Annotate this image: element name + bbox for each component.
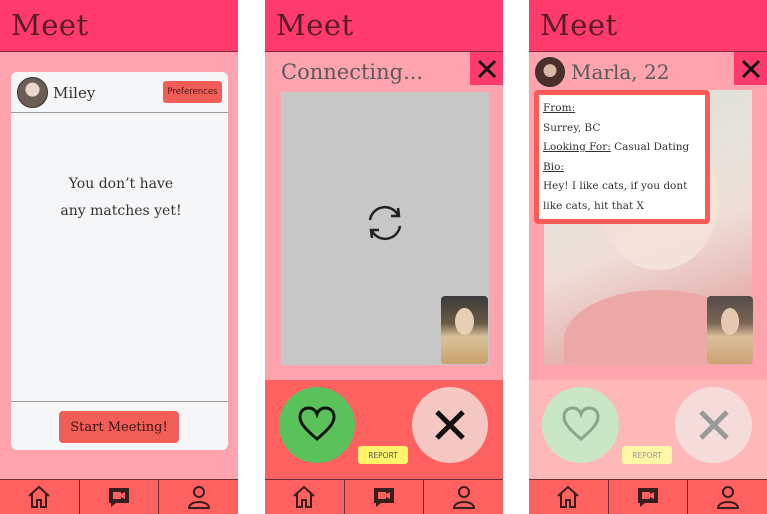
nav-home[interactable]: [529, 480, 609, 514]
match-name: Marla, 22: [571, 60, 670, 84]
pass-button[interactable]: [675, 387, 752, 463]
bio-label: Bio:: [543, 160, 564, 173]
avatar[interactable]: [17, 77, 48, 108]
empty-matches-message: You don’t have any matches yet!: [41, 171, 201, 225]
start-meeting-button[interactable]: Start Meeting!: [59, 411, 179, 443]
from-label: From:: [543, 102, 576, 114]
nav-profile[interactable]: [159, 480, 238, 514]
bottom-nav: [265, 479, 503, 514]
looking-label: Looking For:: [543, 141, 611, 153]
close-icon: [698, 410, 729, 440]
from-value: Surrey, BC: [543, 121, 601, 134]
bio-line-1: Hey! I like cats, if you dont: [543, 180, 688, 192]
nav-profile[interactable]: [424, 480, 503, 514]
nav-profile[interactable]: [688, 480, 767, 514]
video-icon: [374, 488, 394, 507]
match-screen: Meet Marla, 22 From: Surrey, BC Looking …: [529, 0, 767, 514]
heart-icon: [561, 406, 600, 441]
divider: [11, 401, 228, 402]
close-icon: [477, 59, 496, 78]
self-video-thumbnail: [441, 296, 488, 364]
self-video-thumbnail: [707, 296, 753, 364]
nav-video[interactable]: [345, 480, 425, 514]
home-icon: [293, 485, 315, 508]
avatar[interactable]: [535, 57, 565, 87]
close-icon: [435, 410, 465, 440]
app-header: Meet: [265, 0, 503, 52]
connecting-screen: Meet Connecting... REPORT: [265, 0, 503, 514]
heart-icon: [298, 406, 336, 441]
nav-home[interactable]: [265, 480, 345, 514]
empty-line-2: any matches yet!: [60, 203, 182, 219]
bottom-nav: [529, 479, 767, 514]
app-header: Meet: [0, 0, 238, 52]
app-header: Meet: [529, 0, 767, 52]
bio-line-2: like cats, hit that X: [543, 199, 645, 212]
loading-spinner-icon: [368, 205, 402, 241]
profile-icon: [716, 486, 739, 509]
home-icon: [557, 485, 579, 508]
close-button[interactable]: [470, 52, 503, 85]
report-button[interactable]: REPORT: [622, 446, 672, 464]
profile-icon: [187, 486, 210, 509]
profile-header: Miley Preferences: [11, 72, 228, 113]
app-title: Meet: [11, 8, 89, 42]
connecting-status: Connecting...: [281, 60, 424, 84]
bottom-nav: [0, 479, 238, 514]
close-icon: [741, 59, 760, 78]
nav-home[interactable]: [0, 480, 80, 514]
video-icon: [109, 488, 129, 507]
match-header: Marla, 22: [529, 52, 767, 90]
profile-icon: [452, 486, 475, 509]
pass-button[interactable]: [412, 387, 488, 463]
close-button[interactable]: [734, 52, 767, 85]
empty-line-1: You don’t have: [68, 176, 174, 192]
report-button[interactable]: REPORT: [358, 446, 408, 464]
matches-screen: Meet Miley Preferences You don’t have an…: [0, 0, 238, 514]
nav-video[interactable]: [609, 480, 689, 514]
action-bar: REPORT: [265, 380, 503, 479]
nav-video[interactable]: [80, 480, 160, 514]
profile-info-card: From: Surrey, BC Looking For: Casual Dat…: [534, 90, 710, 224]
like-button[interactable]: [279, 387, 355, 463]
user-name: Miley: [53, 84, 96, 102]
matches-card: Miley Preferences You don’t have any mat…: [11, 72, 228, 450]
app-title: Meet: [540, 8, 618, 42]
home-icon: [28, 485, 50, 508]
looking-value: Casual Dating: [610, 141, 690, 153]
like-button[interactable]: [542, 387, 619, 463]
action-bar: REPORT: [529, 380, 767, 479]
app-title: Meet: [276, 8, 354, 42]
preferences-button[interactable]: Preferences: [163, 81, 222, 103]
video-icon: [638, 488, 658, 507]
